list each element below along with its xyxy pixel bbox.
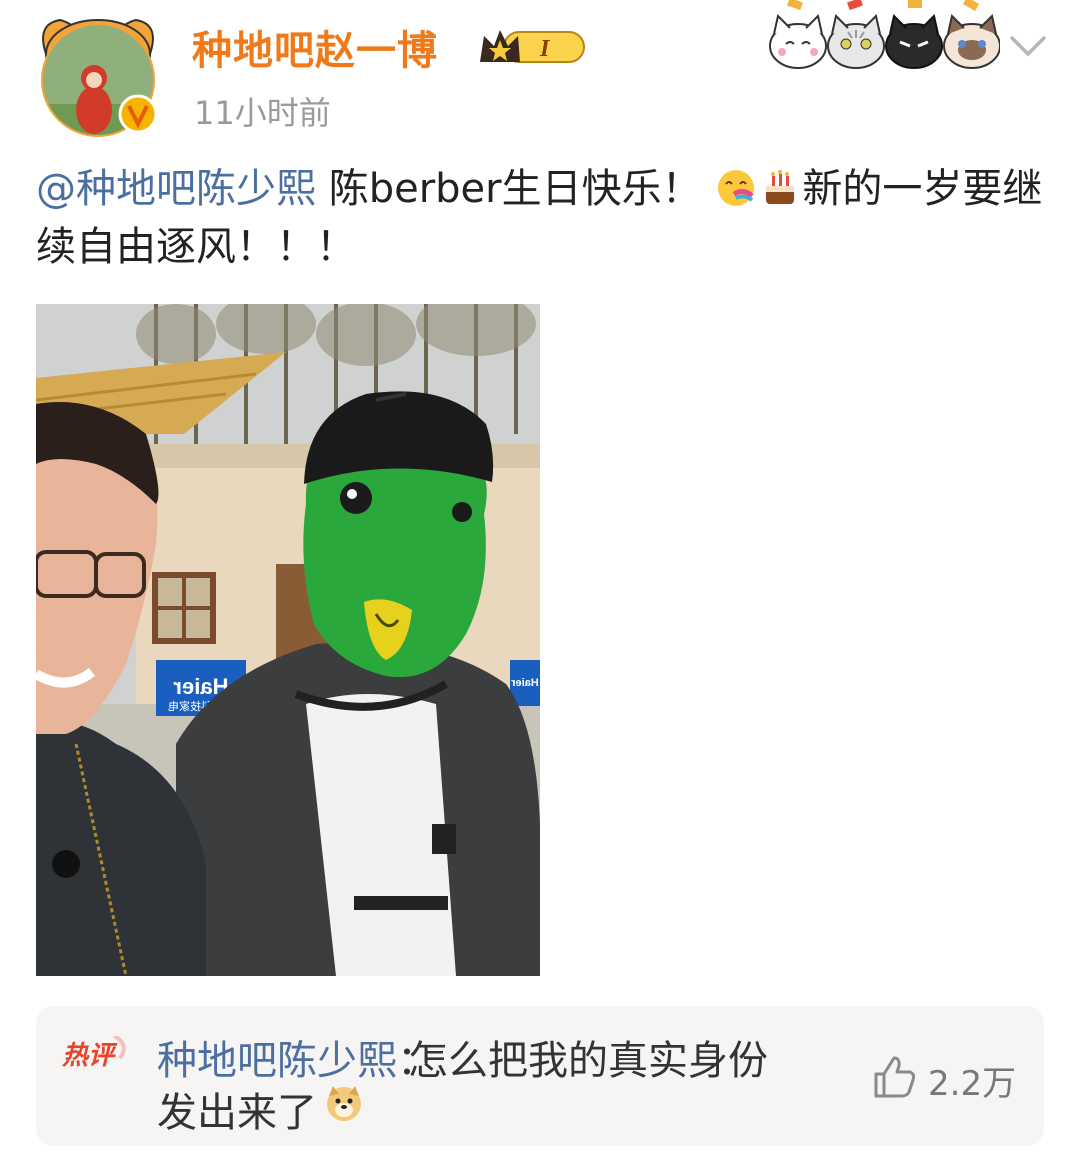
post-text-part1: 陈berber生日快乐！ xyxy=(316,166,702,212)
verified-badge-icon xyxy=(118,94,158,134)
post-photo[interactable]: Haier 智慧科技家电 Haier xyxy=(36,304,540,976)
happy-face-emoji xyxy=(718,170,755,206)
crown-member-icon[interactable]: I xyxy=(478,26,590,68)
svg-text:热评: 热评 xyxy=(61,1041,118,1071)
avatar[interactable] xyxy=(36,14,160,138)
birthday-cake-emoji xyxy=(766,170,795,204)
hot-comment-label: 热评 xyxy=(61,1036,126,1071)
mention-link[interactable]: @种地吧陈少熙 xyxy=(36,166,316,212)
like-count: 2.2万 xyxy=(928,1064,1017,1104)
like-icon[interactable] xyxy=(870,1052,918,1100)
comment-text-line1: 怎么把我的真实身份 xyxy=(408,1038,768,1084)
doge-emoji xyxy=(327,1086,361,1121)
svg-text:I: I xyxy=(539,36,551,62)
post-text: @种地吧陈少熙 陈berber生日快乐！ 新的一岁要继续自由逐风！！！ xyxy=(36,160,1046,276)
comment-text-line2: 发出来了 xyxy=(157,1090,317,1136)
post-timestamp: 11小时前 xyxy=(194,94,331,132)
svg-text:Haier: Haier xyxy=(511,677,539,689)
author-name[interactable]: 种地吧赵一博 xyxy=(192,18,438,76)
cat-sticker xyxy=(769,0,1000,69)
comment-author[interactable]: 种地吧陈少熙： xyxy=(157,1028,437,1086)
chevron-down-icon[interactable] xyxy=(1004,26,1052,66)
